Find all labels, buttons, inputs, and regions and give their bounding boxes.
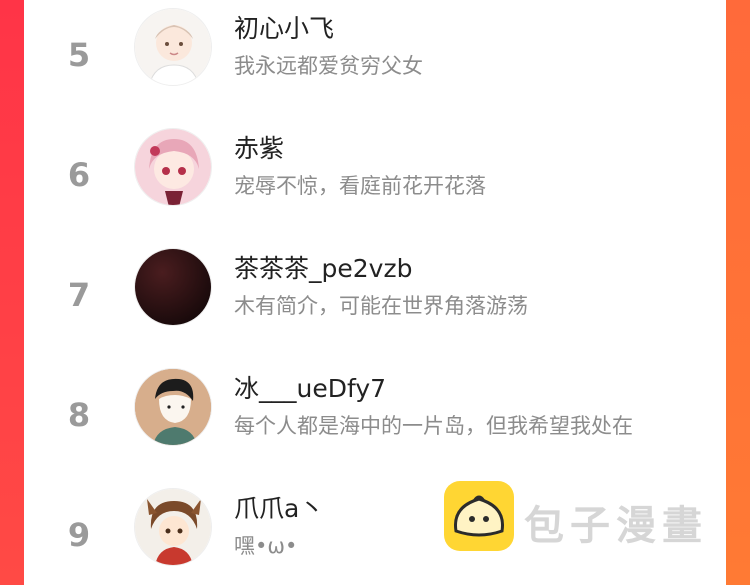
avatar[interactable] — [134, 8, 212, 86]
avatar[interactable] — [134, 488, 212, 566]
left-accent-border — [0, 0, 24, 585]
user-bio: 每个人都是海中的一片岛，但我希望我处在 — [234, 414, 633, 438]
list-item[interactable]: 6 赤紫 宠辱不惊，看庭前花开花落 — [24, 128, 726, 228]
avatar[interactable] — [134, 368, 212, 446]
avatar[interactable] — [134, 248, 212, 326]
rank-number: 8 — [67, 396, 91, 434]
user-bio: 嘿•ω• — [234, 534, 298, 558]
avatar[interactable] — [134, 128, 212, 206]
ranking-list: 5 初心小飞 我永远都爱贫穷父女 6 赤紫 宠辱不惊，看庭前花开花落 7 茶茶茶… — [24, 0, 726, 585]
user-bio: 我永远都爱贫穷父女 — [234, 54, 423, 78]
watermark: 包子漫畫 — [444, 481, 726, 553]
user-name[interactable]: 爪爪a丶 — [234, 489, 324, 525]
rank-number: 7 — [67, 276, 91, 314]
user-bio: 宠辱不惊，看庭前花开花落 — [234, 174, 486, 198]
bun-logo-icon — [444, 481, 514, 551]
right-accent-border — [726, 0, 750, 585]
list-item[interactable]: 7 茶茶茶_pe2vzb 木有简介，可能在世界角落游荡 — [24, 248, 726, 348]
user-bio: 木有简介，可能在世界角落游荡 — [234, 294, 528, 318]
watermark-text: 包子漫畫 — [524, 503, 708, 549]
rank-number: 6 — [67, 156, 91, 194]
user-name[interactable]: 初心小飞 — [234, 9, 334, 45]
user-name[interactable]: 冰___ueDfy7 — [234, 369, 386, 405]
rank-number: 9 — [67, 516, 91, 554]
list-item[interactable]: 8 冰___ueDfy7 每个人都是海中的一片岛，但我希望我处在 — [24, 368, 726, 468]
user-name[interactable]: 赤紫 — [234, 129, 284, 165]
rank-number: 5 — [67, 36, 91, 74]
user-name[interactable]: 茶茶茶_pe2vzb — [234, 249, 412, 285]
list-item[interactable]: 5 初心小飞 我永远都爱贫穷父女 — [24, 8, 726, 108]
